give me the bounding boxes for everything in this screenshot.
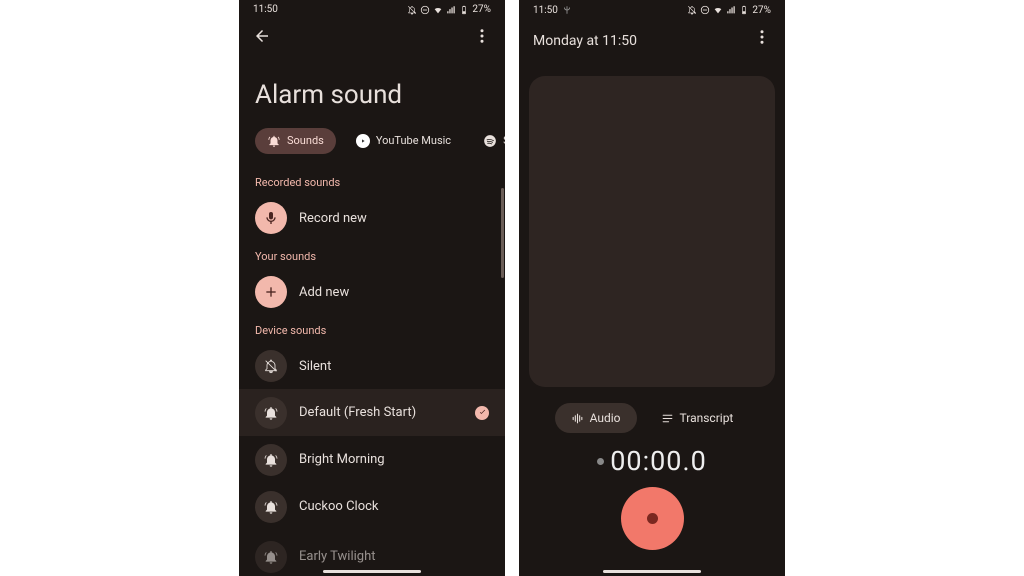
- back-button[interactable]: [253, 27, 271, 49]
- sound-cuckoo[interactable]: Cuckoo Clock: [239, 483, 505, 530]
- tab-transcript-label: Transcript: [680, 411, 734, 425]
- section-your-sounds: Your sounds: [239, 242, 505, 269]
- waveform-canvas: [529, 76, 775, 387]
- more-vert-icon: [473, 27, 491, 45]
- tab-sounds[interactable]: Sounds: [255, 128, 336, 154]
- add-new-item[interactable]: Add new: [239, 269, 505, 316]
- dnd-off-icon: [687, 5, 697, 15]
- status-icons: 27%: [407, 4, 491, 15]
- youtube-music-icon: [356, 134, 370, 148]
- scroll-indicator[interactable]: [501, 188, 504, 278]
- overflow-menu-button[interactable]: [753, 28, 771, 50]
- bell-ring-icon: [255, 444, 287, 476]
- add-new-label: Add new: [299, 285, 489, 300]
- sound-bright-morning-label: Bright Morning: [299, 452, 489, 467]
- tab-spotify-label: Spotify: [503, 134, 505, 147]
- record-new-item[interactable]: Record new: [239, 195, 505, 242]
- more-vert-icon: [753, 28, 771, 46]
- record-status-dot-icon: [597, 458, 604, 465]
- record-new-label: Record new: [299, 211, 489, 226]
- screenshot-recorder: 11:50 27% Monday at 11:50 Audio Transcri…: [519, 0, 785, 576]
- home-indicator[interactable]: [323, 570, 421, 573]
- sound-default[interactable]: Default (Fresh Start): [239, 389, 505, 436]
- waveform-icon: [571, 412, 584, 425]
- overflow-menu-button[interactable]: [473, 27, 491, 49]
- sound-early-twilight-label: Early Twilight: [299, 549, 489, 564]
- transcript-icon: [661, 412, 674, 425]
- elapsed-time: 00:00.0: [610, 445, 707, 477]
- battery-icon: [459, 5, 469, 15]
- tab-spotify[interactable]: Spotify: [471, 128, 505, 154]
- bell-off-icon: [255, 350, 287, 382]
- app-bar: [239, 19, 505, 56]
- sound-cuckoo-label: Cuckoo Clock: [299, 499, 489, 514]
- status-icons: 27%: [687, 5, 771, 16]
- dnd-off-icon: [407, 5, 417, 15]
- sound-silent[interactable]: Silent: [239, 343, 505, 390]
- plus-icon: [255, 276, 287, 308]
- battery-percent: 27%: [472, 4, 491, 15]
- record-button[interactable]: [621, 487, 684, 550]
- section-recorded-sounds: Recorded sounds: [239, 168, 505, 195]
- bell-ring-icon: [255, 397, 287, 429]
- signal-icon: [446, 5, 456, 15]
- sound-default-label: Default (Fresh Start): [299, 405, 463, 420]
- status-bar: 11:50 27%: [519, 0, 785, 20]
- status-time: 11:50: [253, 4, 278, 15]
- screenshot-alarm-sound: 11:50 27% Alarm sound Sounds: [239, 0, 505, 576]
- battery-icon: [739, 5, 749, 15]
- timer-row: 00:00.0: [519, 445, 785, 477]
- recording-title: Monday at 11:50: [533, 29, 653, 49]
- tab-youtube-label: YouTube Music: [376, 134, 451, 147]
- status-bar: 11:50 27%: [239, 0, 505, 19]
- bell-icon: [267, 134, 281, 148]
- do-not-disturb-icon: [420, 5, 430, 15]
- tab-audio[interactable]: Audio: [555, 403, 637, 433]
- wifi-icon: [433, 5, 443, 15]
- mic-icon: [255, 202, 287, 234]
- sound-bright-morning[interactable]: Bright Morning: [239, 436, 505, 483]
- tab-audio-label: Audio: [590, 411, 621, 425]
- wifi-icon: [713, 5, 723, 15]
- back-arrow-icon: [253, 27, 271, 45]
- battery-percent: 27%: [752, 5, 771, 16]
- source-chips: Sounds YouTube Music Spotify: [239, 128, 505, 168]
- page-title: Alarm sound: [239, 56, 505, 128]
- home-indicator[interactable]: [603, 570, 701, 573]
- do-not-disturb-icon: [700, 5, 710, 15]
- app-bar: Monday at 11:50: [519, 20, 785, 58]
- bell-ring-icon: [255, 541, 287, 573]
- sound-silent-label: Silent: [299, 359, 489, 374]
- tab-sounds-label: Sounds: [287, 134, 324, 147]
- status-time: 11:50: [533, 5, 558, 16]
- section-device-sounds: Device sounds: [239, 316, 505, 343]
- record-dot-icon: [647, 513, 658, 524]
- bell-ring-icon: [255, 491, 287, 523]
- selected-check-icon: [475, 406, 489, 420]
- tab-transcript[interactable]: Transcript: [645, 403, 750, 433]
- signal-icon: [726, 5, 736, 15]
- tab-youtube-music[interactable]: YouTube Music: [344, 128, 463, 154]
- view-segments: Audio Transcript: [519, 403, 785, 433]
- spotify-icon: [483, 134, 497, 148]
- psi-icon: [562, 5, 572, 15]
